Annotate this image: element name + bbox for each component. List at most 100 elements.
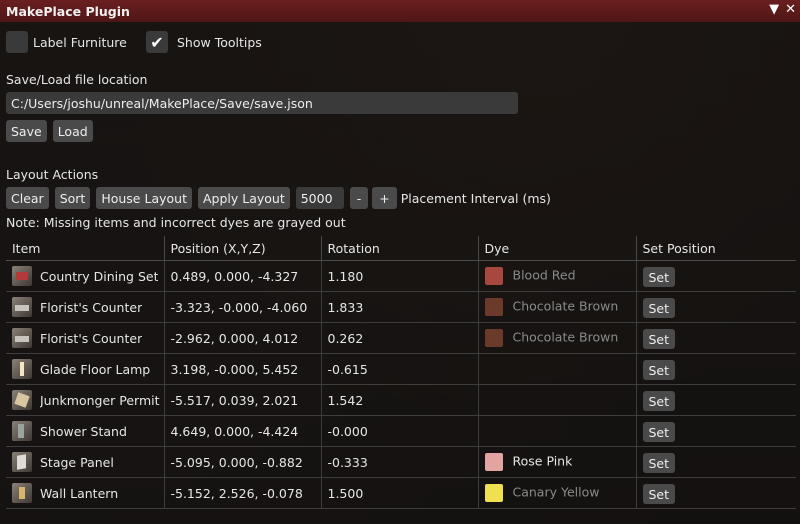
- item-cell: Stage Panel: [6, 446, 165, 478]
- dye-name: Blood Red: [512, 267, 576, 283]
- dye-swatch: [484, 329, 503, 347]
- table-row[interactable]: Country Dining Set 0.489, 0.000, -4.327 …: [6, 260, 796, 292]
- item-cell: Florist's Counter: [6, 322, 165, 354]
- panel-icon: [12, 452, 32, 472]
- table-row[interactable]: Stage Panel -5.095, 0.000, -0.882 -0.333…: [6, 446, 796, 478]
- table-row[interactable]: Shower Stand 4.649, 0.000, -4.424 -0.000…: [6, 415, 796, 447]
- increment-button[interactable]: +: [372, 187, 397, 209]
- checkmark-icon: ✔: [150, 32, 164, 52]
- item-name: Stage Panel: [40, 454, 114, 470]
- house-layout-button[interactable]: House Layout: [96, 187, 192, 209]
- set-button[interactable]: Set: [642, 484, 676, 504]
- lantern-icon: [12, 483, 32, 503]
- dye-name: Rose Pink: [512, 453, 573, 469]
- header-position[interactable]: Position (X,Y,Z): [164, 236, 322, 261]
- set-cell: Set: [636, 446, 796, 478]
- dye-swatch: [484, 267, 503, 285]
- item-name: Wall Lantern: [40, 485, 119, 501]
- rotation-cell: 1.833: [321, 291, 479, 323]
- position-cell: 3.198, -0.000, 5.452: [164, 353, 322, 385]
- show-tooltips-checkbox[interactable]: ✔: [146, 31, 168, 53]
- rotation-cell: -0.333: [321, 446, 479, 478]
- item-name: Country Dining Set: [40, 268, 159, 284]
- saveload-heading: Save/Load file location: [6, 72, 148, 87]
- header-set-position[interactable]: Set Position: [636, 236, 796, 261]
- permit-icon: [12, 390, 32, 410]
- counter-icon: [12, 328, 32, 348]
- position-cell: 4.649, 0.000, -4.424: [164, 415, 322, 447]
- table-row[interactable]: Florist's Counter -2.962, 0.000, 4.012 0…: [6, 322, 796, 354]
- dye-swatch: [484, 484, 503, 502]
- set-cell: Set: [636, 260, 796, 292]
- header-rotation[interactable]: Rotation: [321, 236, 479, 261]
- dye-cell: Chocolate Brown: [478, 322, 637, 354]
- position-cell: -3.323, -0.000, -4.060: [164, 291, 322, 323]
- set-button[interactable]: Set: [642, 453, 676, 473]
- item-cell: Country Dining Set: [6, 260, 165, 292]
- rotation-cell: -0.000: [321, 415, 479, 447]
- set-cell: Set: [636, 291, 796, 323]
- item-name: Florist's Counter: [40, 299, 143, 315]
- position-cell: -2.962, 0.000, 4.012: [164, 322, 322, 354]
- table-row[interactable]: Glade Floor Lamp 3.198, -0.000, 5.452 -0…: [6, 353, 796, 385]
- show-tooltips-label: Show Tooltips: [177, 34, 262, 50]
- item-name: Glade Floor Lamp: [40, 361, 151, 377]
- dye-cell: Blood Red: [478, 260, 637, 292]
- set-cell: Set: [636, 415, 796, 447]
- set-cell: Set: [636, 322, 796, 354]
- rotation-cell: 1.180: [321, 260, 479, 292]
- rotation-cell: 1.500: [321, 477, 479, 509]
- load-button[interactable]: Load: [52, 120, 93, 142]
- item-name: Shower Stand: [40, 423, 127, 439]
- triangle-down-icon[interactable]: ▼: [769, 2, 779, 17]
- item-cell: Junkmonger Permit A: [6, 384, 165, 416]
- item-cell: Shower Stand: [6, 415, 165, 447]
- interval-label: Placement Interval (ms): [400, 190, 551, 206]
- rotation-cell: -0.615: [321, 353, 479, 385]
- set-button[interactable]: Set: [642, 360, 676, 380]
- set-button[interactable]: Set: [642, 267, 676, 287]
- table-row[interactable]: Florist's Counter -3.323, -0.000, -4.060…: [6, 291, 796, 323]
- title-bar[interactable]: MakePlace Plugin ▼ ✕: [0, 0, 800, 22]
- window-title: MakePlace Plugin: [6, 3, 130, 19]
- set-button[interactable]: Set: [642, 391, 676, 411]
- clear-button[interactable]: Clear: [6, 187, 49, 209]
- header-dye[interactable]: Dye: [478, 236, 637, 261]
- file-path-input[interactable]: C:/Users/joshu/unreal/MakePlace/Save/sav…: [6, 92, 518, 114]
- table-row[interactable]: Junkmonger Permit A -5.517, 0.039, 2.021…: [6, 384, 796, 416]
- dye-cell: Canary Yellow: [478, 477, 637, 509]
- makeplace-window: MakePlace Plugin ▼ ✕ Label Furniture ✔ S…: [0, 0, 800, 524]
- dye-swatch: [484, 298, 503, 316]
- item-name: Junkmonger Permit A: [40, 392, 160, 408]
- set-button[interactable]: Set: [642, 329, 676, 349]
- layout-actions-heading: Layout Actions: [6, 167, 99, 182]
- set-button[interactable]: Set: [642, 298, 676, 318]
- interval-input[interactable]: 5000: [295, 187, 344, 209]
- sort-button[interactable]: Sort: [54, 187, 91, 209]
- decrement-button[interactable]: -: [349, 187, 369, 209]
- rotation-cell: 1.542: [321, 384, 479, 416]
- set-button[interactable]: Set: [642, 422, 676, 442]
- table-header-row: Item Position (X,Y,Z) Rotation Dye Set P…: [6, 236, 796, 261]
- close-icon[interactable]: ✕: [785, 2, 796, 17]
- lamp-icon: [12, 359, 32, 379]
- dye-cell: Chocolate Brown: [478, 291, 637, 323]
- shower-icon: [12, 421, 32, 441]
- label-furniture-checkbox[interactable]: [6, 31, 28, 53]
- dye-name: Chocolate Brown: [512, 298, 619, 314]
- item-cell: Glade Floor Lamp: [6, 353, 165, 385]
- dye-swatch: [484, 453, 503, 471]
- save-button[interactable]: Save: [6, 120, 47, 142]
- counter-icon: [12, 297, 32, 317]
- dye-cell: Rose Pink: [478, 446, 637, 478]
- rotation-cell: 0.262: [321, 322, 479, 354]
- header-item[interactable]: Item: [6, 236, 165, 261]
- set-cell: Set: [636, 353, 796, 385]
- position-cell: -5.517, 0.039, 2.021: [164, 384, 322, 416]
- item-cell: Florist's Counter: [6, 291, 165, 323]
- table-row[interactable]: Wall Lantern -5.152, 2.526, -0.078 1.500…: [6, 477, 796, 509]
- position-cell: 0.489, 0.000, -4.327: [164, 260, 322, 292]
- apply-layout-button[interactable]: Apply Layout: [197, 187, 290, 209]
- dye-name: Chocolate Brown: [512, 329, 619, 345]
- dye-cell: [478, 353, 637, 385]
